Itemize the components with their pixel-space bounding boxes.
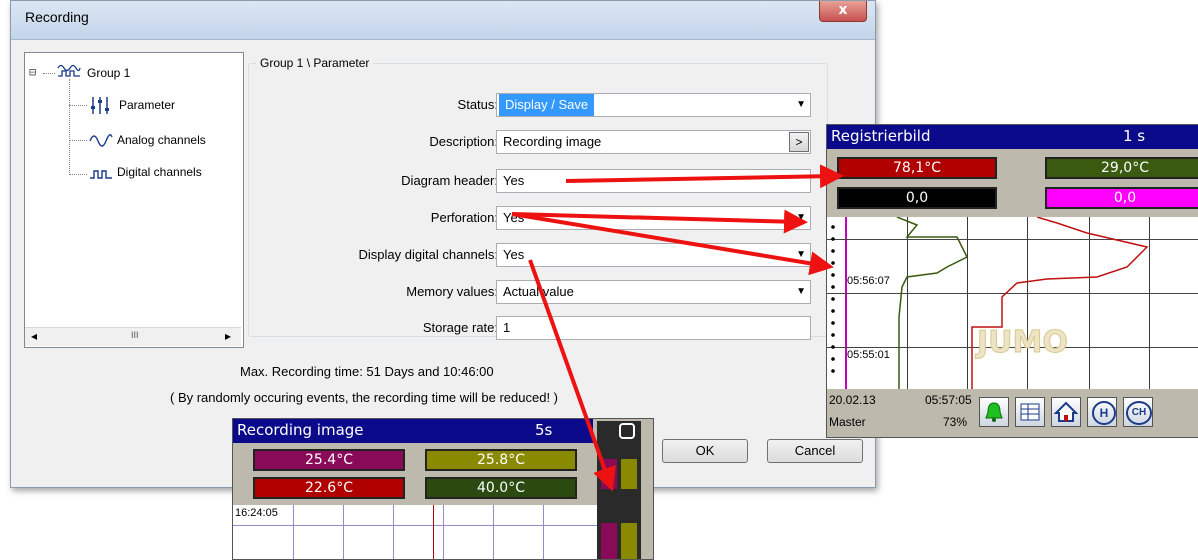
- annotation-arrows: [511, 164, 844, 492]
- arrow-digital-channels: [528, 259, 616, 492]
- arrow-diagram-header: [565, 164, 844, 189]
